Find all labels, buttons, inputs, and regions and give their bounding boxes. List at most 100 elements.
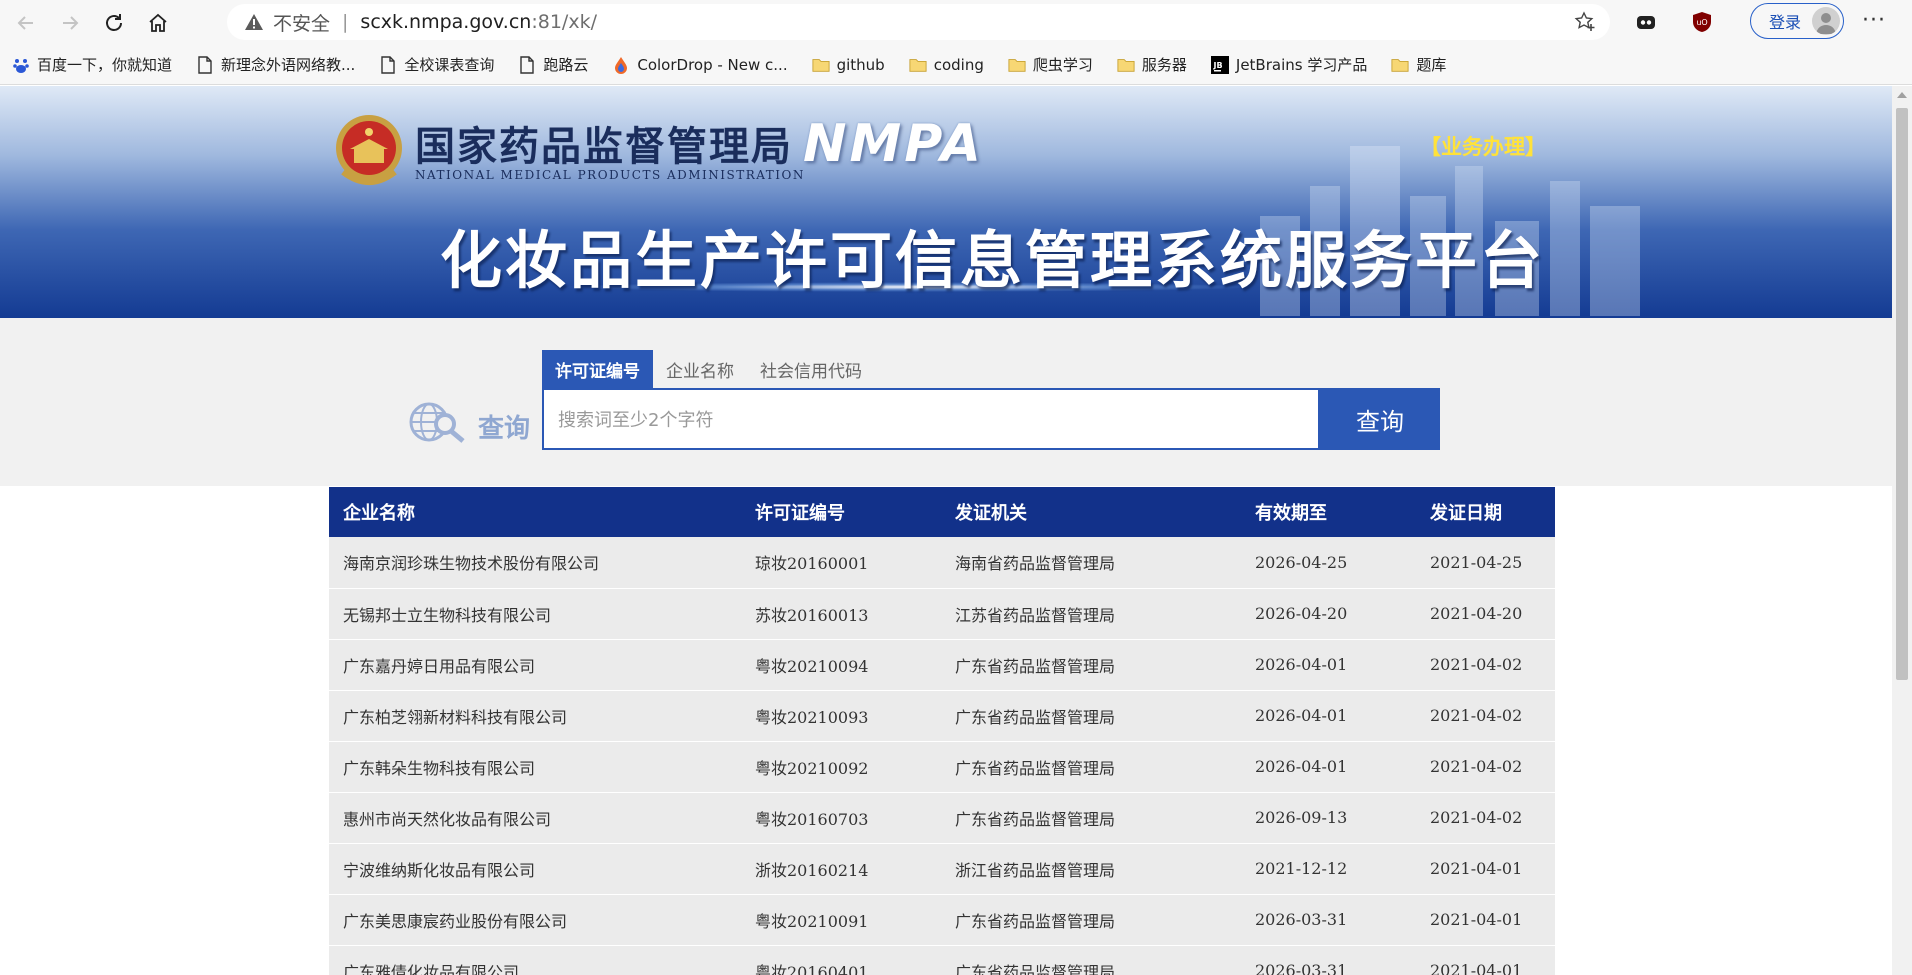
warning-icon[interactable] — [243, 11, 265, 33]
national-emblem-logo — [336, 115, 402, 185]
search-button[interactable]: 查询 — [1320, 388, 1440, 450]
jetbrains-icon: JB — [1210, 55, 1229, 74]
col-issue-date: 发证日期 — [1416, 487, 1555, 537]
page-scrollbar[interactable] — [1892, 86, 1912, 975]
svg-text:uO: uO — [1696, 18, 1707, 27]
cell-issuing-authority: 广东省药品监督管理局 — [941, 639, 1241, 691]
cell-company-name[interactable]: 广东柏芝翎新材料科技有限公司 — [329, 690, 741, 742]
cell-valid-until: 2026-04-25 — [1241, 537, 1416, 589]
url-path: :81/xk/ — [531, 11, 597, 33]
bookmark-item[interactable]: coding — [909, 50, 984, 80]
bookmark-label: ColorDrop - New c... — [637, 55, 788, 74]
table-row[interactable]: 广东美思康宸药业股份有限公司 粤妆20210091 广东省药品监督管理局 2026-0… — [329, 894, 1555, 946]
cell-valid-until: 2026-04-20 — [1241, 588, 1416, 640]
page-icon — [379, 55, 397, 74]
folder-icon — [909, 56, 927, 74]
bookmark-item[interactable]: 爬虫学习 — [1008, 50, 1093, 80]
table-row[interactable]: 宁波维纳斯化妆品有限公司 浙妆20160214 浙江省药品监督管理局 2021-12-… — [329, 843, 1555, 895]
forward-button[interactable] — [52, 5, 88, 41]
arrow-left-icon — [17, 15, 33, 30]
home-button[interactable] — [140, 5, 176, 41]
bookmark-label: 题库 — [1416, 56, 1447, 74]
add-favorite-icon[interactable] — [1574, 11, 1596, 33]
cell-issue-date: 2021-04-01 — [1416, 945, 1555, 975]
cell-valid-until: 2026-09-13 — [1241, 792, 1416, 844]
bookmark-label: 全校课表查询 — [404, 56, 495, 74]
cell-issuing-authority: 广东省药品监督管理局 — [941, 741, 1241, 793]
cell-issuing-authority: 海南省药品监督管理局 — [941, 537, 1241, 589]
bookmark-label: 服务器 — [1141, 56, 1187, 74]
bookmark-item[interactable]: JB JetBrains 学习产品 — [1210, 50, 1367, 80]
cell-license-number: 琼妆20160001 — [741, 537, 941, 589]
table-header-row: 企业名称 许可证编号 发证机关 有效期至 发证日期 — [329, 487, 1555, 537]
business-link[interactable]: 【业务办理】 — [1420, 131, 1546, 161]
url-host: scxk.nmpa.gov.cn — [360, 11, 532, 33]
back-button[interactable] — [8, 5, 44, 41]
bookmark-item[interactable]: ColorDrop - New c... — [612, 50, 788, 80]
cell-issue-date: 2021-04-02 — [1416, 639, 1555, 691]
address-bar[interactable]: 不安全 | scxk.nmpa.gov.cn :81/xk/ — [227, 4, 1610, 40]
table-row[interactable]: 海南京润珍珠生物技术股份有限公司 琼妆20160001 海南省药品监督管理局 2026… — [329, 537, 1555, 589]
bookmark-label: 跑路云 — [543, 56, 589, 74]
cell-license-number: 粤妆20210091 — [741, 894, 941, 946]
globe-search-icon — [409, 402, 465, 443]
svg-text:JB: JB — [1212, 61, 1222, 70]
bookmark-item[interactable]: 百度一下，你就知道 — [12, 50, 172, 80]
bookmark-item[interactable]: 跑路云 — [518, 50, 588, 80]
home-icon — [149, 13, 167, 32]
extension-game-icon[interactable] — [1634, 10, 1658, 34]
cell-issue-date: 2021-04-02 — [1416, 792, 1555, 844]
avatar-icon — [1812, 7, 1840, 35]
col-valid-until: 有效期至 — [1241, 487, 1416, 537]
scroll-up-icon[interactable] — [1897, 92, 1907, 98]
baidu-icon — [12, 56, 30, 74]
tab-company-name[interactable]: 企业名称 — [653, 350, 747, 388]
tab-license-number[interactable]: 许可证编号 — [542, 350, 653, 388]
table-row[interactable]: 广东柏芝翎新材料科技有限公司 粤妆20210093 广东省药品监督管理局 2026-0… — [329, 690, 1555, 742]
cell-license-number: 苏妆20160013 — [741, 588, 941, 640]
tab-credit-code[interactable]: 社会信用代码 — [747, 350, 875, 388]
bookmark-item[interactable]: 全校课表查询 — [379, 50, 494, 80]
refresh-button[interactable] — [96, 5, 132, 41]
col-company-name: 企业名称 — [329, 487, 741, 537]
cell-company-name[interactable]: 海南京润珍珠生物技术股份有限公司 — [329, 537, 741, 589]
search-input[interactable]: 搜索词至少2个字符 — [542, 388, 1320, 450]
cell-valid-until: 2026-04-01 — [1241, 741, 1416, 793]
url-separator: | — [342, 11, 349, 33]
cell-issuing-authority: 浙江省药品监督管理局 — [941, 843, 1241, 895]
folder-icon — [1008, 56, 1026, 74]
bookmark-label: 新理念外语网络教... — [221, 56, 356, 74]
cell-issuing-authority: 广东省药品监督管理局 — [941, 792, 1241, 844]
scrollbar-thumb[interactable] — [1896, 108, 1908, 680]
org-name-cn: 国家药品监督管理局 — [415, 123, 793, 170]
page-icon — [518, 55, 536, 74]
cell-issuing-authority: 江苏省药品监督管理局 — [941, 588, 1241, 640]
table-row[interactable]: 广东韩朵生物科技有限公司 粤妆20210092 广东省药品监督管理局 2026-04-… — [329, 741, 1555, 793]
cell-company-name[interactable]: 广东美思康宸药业股份有限公司 — [329, 894, 741, 946]
bookmarks-bar: 百度一下，你就知道 新理念外语网络教... 全校课表查询 跑路云 ColorDrop -… — [0, 45, 1912, 85]
table-row[interactable]: 广东雅倩化妆品有限公司 粤妆20160401 广东省药品监督管理局 2026-03-3… — [329, 945, 1555, 975]
ublock-shield-icon[interactable]: uO — [1690, 10, 1714, 34]
bookmark-item[interactable]: 题库 — [1391, 50, 1446, 80]
more-menu-icon[interactable]: ··· — [1862, 8, 1886, 33]
col-license-number: 许可证编号 — [741, 487, 941, 537]
table-row[interactable]: 无锡邦士立生物科技有限公司 苏妆20160013 江苏省药品监督管理局 2026-04… — [329, 588, 1555, 640]
cell-license-number: 粤妆20160703 — [741, 792, 941, 844]
bookmarks-list: 百度一下，你就知道 新理念外语网络教... 全校课表查询 跑路云 ColorDrop -… — [12, 50, 1470, 80]
cell-license-number: 粤妆20160401 — [741, 945, 941, 975]
cell-company-name[interactable]: 惠州市尚天然化妆品有限公司 — [329, 792, 741, 844]
cell-company-name[interactable]: 无锡邦士立生物科技有限公司 — [329, 588, 741, 640]
cell-company-name[interactable]: 广东雅倩化妆品有限公司 — [329, 945, 741, 975]
cell-company-name[interactable]: 宁波维纳斯化妆品有限公司 — [329, 843, 741, 895]
bookmark-label: coding — [933, 55, 984, 74]
cell-issue-date: 2021-04-20 — [1416, 588, 1555, 640]
bookmark-item[interactable]: github — [812, 50, 885, 80]
bookmark-item[interactable]: 服务器 — [1117, 50, 1187, 80]
cell-issuing-authority: 广东省药品监督管理局 — [941, 894, 1241, 946]
cell-company-name[interactable]: 广东嘉丹婷日用品有限公司 — [329, 639, 741, 691]
table-row[interactable]: 广东嘉丹婷日用品有限公司 粤妆20210094 广东省药品监督管理局 2026-04-… — [329, 639, 1555, 691]
bookmark-item[interactable]: 新理念外语网络教... — [196, 50, 355, 80]
table-row[interactable]: 惠州市尚天然化妆品有限公司 粤妆20160703 广东省药品监督管理局 2026-09… — [329, 792, 1555, 844]
login-button[interactable]: 登录 — [1750, 3, 1844, 39]
cell-company-name[interactable]: 广东韩朵生物科技有限公司 — [329, 741, 741, 793]
